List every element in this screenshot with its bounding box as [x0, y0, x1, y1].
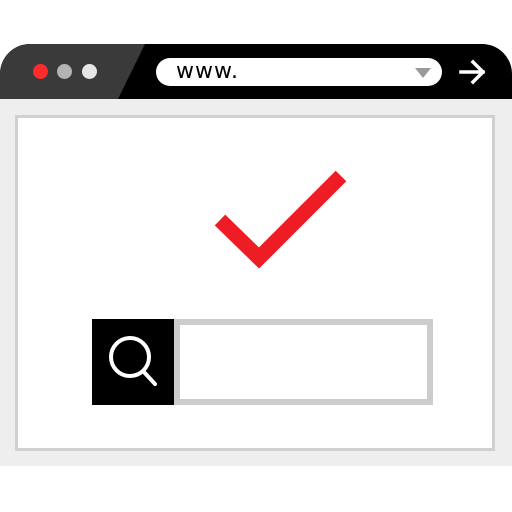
minimize-dot-icon[interactable]: [57, 64, 72, 79]
page-content: [0, 99, 512, 466]
magnifier-icon: [109, 336, 157, 386]
search-button[interactable]: [92, 319, 174, 405]
search-bar: [92, 319, 433, 405]
close-dot-icon[interactable]: [33, 64, 48, 79]
address-text[interactable]: www.: [176, 59, 239, 85]
address-bar[interactable]: www.: [156, 58, 442, 86]
maximize-dot-icon[interactable]: [82, 64, 97, 79]
content-panel-inner: [23, 123, 487, 443]
triangle-down-icon[interactable]: [415, 68, 431, 78]
title-bar: www.: [0, 44, 512, 99]
browser-window: www.: [0, 44, 512, 466]
content-panel: [15, 115, 495, 451]
search-input[interactable]: [174, 319, 433, 405]
checkmark-icon: [214, 170, 347, 269]
arrow-right-icon[interactable]: [458, 58, 488, 86]
